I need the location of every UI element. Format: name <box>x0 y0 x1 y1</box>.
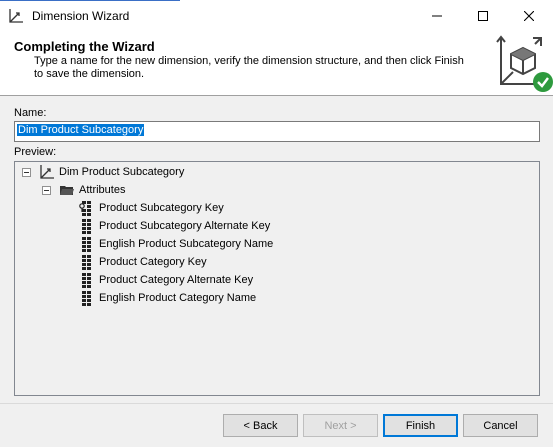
collapse-root-toggle[interactable] <box>22 168 31 177</box>
tree-root-node[interactable]: Dim Product Subcategory <box>39 163 184 181</box>
preview-tree[interactable]: Dim Product Subcategory Attributes Produ… <box>14 161 540 396</box>
wizard-header: Completing the Wizard Type a name for th… <box>0 32 553 96</box>
maximize-icon <box>478 11 488 21</box>
tree-attribute-item[interactable]: English Product Category Name <box>79 289 256 307</box>
dimension-name-input[interactable]: Dim Product Subcategory <box>14 121 540 142</box>
key-attribute-icon <box>79 201 91 216</box>
tree-attribute-item[interactable]: Product Subcategory Key <box>79 199 224 217</box>
dimension-icon <box>40 165 54 179</box>
back-button[interactable]: < Back <box>223 414 298 437</box>
title-accent-line <box>0 0 180 1</box>
page-title: Completing the Wizard <box>14 39 155 54</box>
dimension-icon <box>9 9 23 23</box>
attribute-label: Product Category Key <box>99 256 207 268</box>
dimension-wizard-window: Dimension Wizard Completing the Wizard T… <box>0 0 553 447</box>
window-title: Dimension Wizard <box>32 9 130 23</box>
tree-attribute-item[interactable]: Product Category Alternate Key <box>79 271 253 289</box>
name-label: Name: <box>14 107 47 119</box>
cancel-button[interactable]: Cancel <box>463 414 538 437</box>
tree-root-label: Dim Product Subcategory <box>59 166 185 178</box>
minimize-icon <box>432 15 442 17</box>
tree-attribute-item[interactable]: English Product Subcategory Name <box>79 235 273 253</box>
tree-folder-label: Attributes <box>79 184 126 196</box>
attribute-label: Product Subcategory Alternate Key <box>99 220 271 232</box>
attribute-label: Product Subcategory Key <box>99 202 224 214</box>
attribute-icon <box>82 291 91 306</box>
attribute-icon <box>82 273 91 288</box>
attribute-icon <box>82 255 91 270</box>
next-button[interactable]: Next > <box>303 414 378 437</box>
attribute-label: English Product Category Name <box>99 292 257 304</box>
maximize-button[interactable] <box>460 0 506 32</box>
attribute-icon <box>82 219 91 234</box>
title-bar: Dimension Wizard <box>0 0 553 32</box>
folder-icon <box>60 186 74 195</box>
attribute-icon <box>82 237 91 252</box>
attribute-label: Product Category Alternate Key <box>99 274 254 286</box>
collapse-attributes-toggle[interactable] <box>42 186 51 195</box>
finish-button[interactable]: Finish <box>383 414 458 437</box>
page-description: Type a name for the new dimension, verif… <box>34 55 464 80</box>
preview-label: Preview: <box>14 146 57 158</box>
footer-separator <box>0 403 553 404</box>
close-button[interactable] <box>506 0 552 32</box>
tree-attributes-folder[interactable]: Attributes <box>59 181 125 199</box>
dimension-cube-check-icon <box>496 35 553 92</box>
tree-attribute-item[interactable]: Product Subcategory Alternate Key <box>79 217 270 235</box>
tree-attribute-item[interactable]: Product Category Key <box>79 253 207 271</box>
dimension-name-value: Dim Product Subcategory <box>17 124 145 136</box>
close-icon <box>524 11 534 21</box>
attribute-label: English Product Subcategory Name <box>99 238 274 250</box>
minimize-button[interactable] <box>414 0 460 32</box>
